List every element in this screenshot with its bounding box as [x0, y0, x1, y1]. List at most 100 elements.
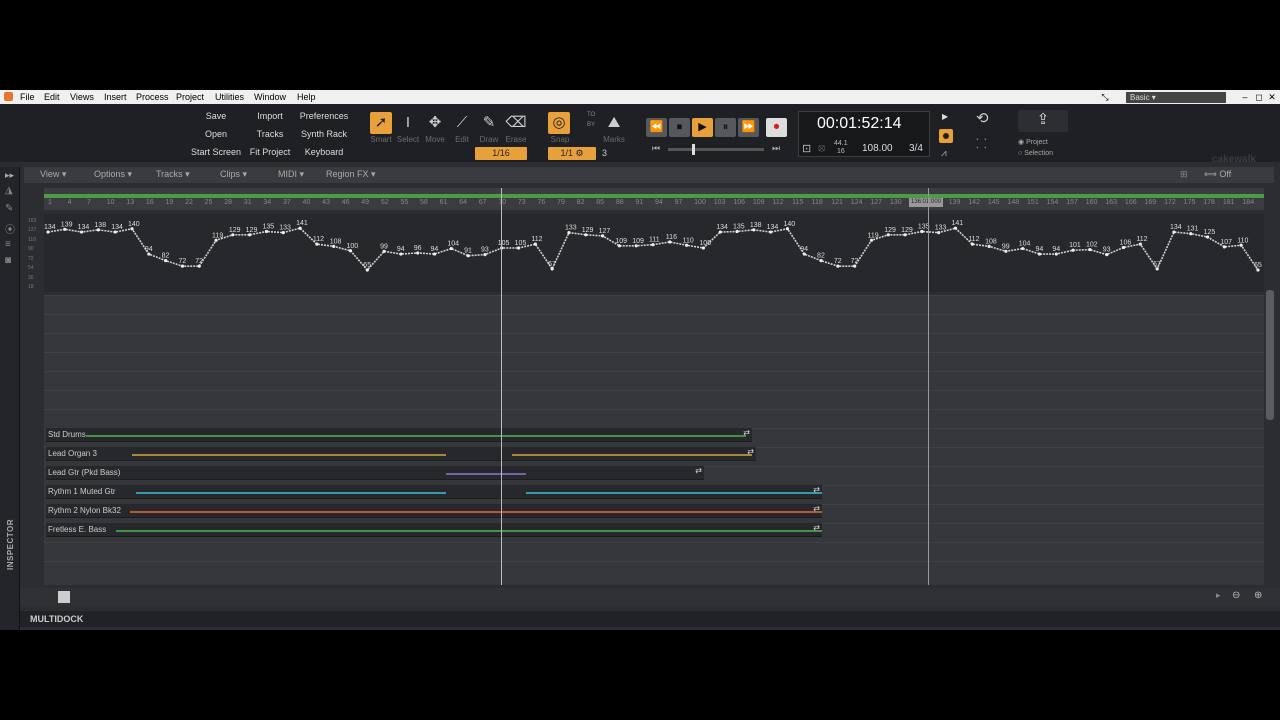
zoom-out-icon[interactable]: ⊖ — [1232, 590, 1240, 601]
fast-forward-button[interactable]: ⏩ — [738, 118, 759, 137]
tempo-node[interactable] — [718, 230, 722, 234]
tempo-node[interactable] — [348, 249, 353, 253]
tempo-node[interactable] — [63, 227, 67, 231]
tempo-node[interactable] — [466, 254, 470, 258]
pause-button[interactable]: ⏸ — [715, 118, 736, 137]
export-icon[interactable]: ⇪ — [1018, 110, 1068, 132]
tempo-node[interactable] — [399, 252, 403, 256]
minimize-button[interactable]: – — [1240, 92, 1250, 102]
rewind-button[interactable]: ⏪ — [646, 118, 667, 137]
tempo-node[interactable] — [735, 229, 739, 234]
now-time-cursor[interactable] — [501, 188, 502, 585]
tempo-node[interactable] — [903, 233, 907, 237]
tempo-node[interactable] — [584, 233, 588, 237]
track-name[interactable]: Lead Gtr (Pkd Bass) — [48, 467, 120, 478]
menu-views[interactable]: Views — [70, 92, 94, 102]
tempo-node[interactable] — [46, 230, 50, 234]
clip-loop-icon[interactable]: ⇄ — [813, 504, 820, 513]
tempo-node[interactable] — [853, 264, 857, 268]
open-button[interactable]: Open — [190, 127, 242, 142]
track-name[interactable]: Lead Organ 3 — [48, 448, 97, 459]
scroll-right-icon[interactable]: ▸ — [1216, 590, 1221, 601]
tempo-node[interactable] — [264, 229, 269, 234]
menu-region-fx[interactable]: Region FX ▾ — [326, 169, 376, 180]
draw-tool-button[interactable]: ✎ — [478, 112, 500, 134]
clip-loop-icon[interactable]: ⇄ — [695, 466, 702, 475]
import-button[interactable]: Import — [244, 109, 296, 124]
tempo-node[interactable] — [1021, 246, 1025, 251]
tempo-node[interactable] — [1054, 252, 1058, 256]
tempo-node[interactable] — [920, 229, 924, 234]
tempo-node[interactable] — [668, 240, 672, 244]
preferences-button[interactable]: Preferences — [298, 109, 350, 124]
fit-project-button[interactable]: Fit Project — [244, 145, 296, 160]
option-project-radio[interactable]: ◉ Project — [1018, 138, 1048, 146]
tempo-node[interactable] — [365, 268, 369, 272]
tempo-node[interactable] — [248, 233, 252, 237]
tempo-node[interactable] — [483, 253, 487, 257]
go-to-start-icon[interactable]: ⏮ — [652, 143, 660, 154]
tempo-node[interactable] — [634, 244, 638, 248]
tempo-node[interactable] — [1088, 248, 1092, 252]
ruler-loop-bar[interactable] — [44, 194, 1264, 198]
menu-utilities[interactable]: Utilities — [215, 92, 244, 102]
tempo-node[interactable] — [567, 231, 571, 235]
tempo-node[interactable] — [836, 264, 840, 268]
tempo-node[interactable] — [600, 234, 605, 238]
edit-tool-button[interactable]: ⟋ — [451, 112, 473, 134]
strip-meter-icon[interactable]: ◙ — [5, 255, 11, 266]
tempo-node[interactable] — [315, 242, 319, 246]
track-clip[interactable]: Fretless E. Bass ⇄ — [46, 523, 822, 537]
snap-off-toggle[interactable]: ⟺ Off — [1204, 169, 1231, 180]
snap-value-select[interactable]: 1/1 ⚙ — [548, 147, 596, 160]
tempo-node[interactable] — [298, 226, 302, 230]
tempo-node[interactable] — [651, 243, 655, 247]
clip-loop-icon[interactable]: ⇄ — [747, 447, 754, 456]
meter-value[interactable]: 3/4 — [909, 143, 923, 154]
browser-icon[interactable]: ◮ — [5, 185, 13, 196]
save-button[interactable]: Save — [190, 109, 242, 124]
tempo-node[interactable] — [769, 230, 773, 234]
tempo-node[interactable] — [281, 231, 285, 235]
option-selection-radio[interactable]: ○ Selection — [1018, 150, 1053, 157]
tempo-node[interactable] — [533, 242, 537, 246]
menu-project[interactable]: Project — [176, 92, 204, 102]
tempo-node[interactable] — [1105, 253, 1109, 257]
tempo-node[interactable] — [516, 246, 521, 250]
tempo-node[interactable] — [987, 244, 991, 248]
maximize-button[interactable]: ◻ — [1254, 92, 1264, 102]
clip-loop-icon[interactable]: ⇄ — [743, 428, 750, 437]
tempo-node[interactable] — [1121, 245, 1126, 250]
tracks-button[interactable]: Tracks — [244, 127, 296, 142]
snap-grid-icon[interactable]: ⊞ — [1180, 169, 1188, 180]
tempo-node[interactable] — [449, 246, 453, 251]
strip-list-icon[interactable]: ≡ — [5, 239, 11, 250]
menu-tracks[interactable]: Tracks ▾ — [156, 169, 190, 180]
tempo-node[interactable] — [701, 246, 706, 250]
time-readout[interactable]: 00:01:52:14 — [817, 115, 902, 133]
track-clip[interactable]: Rythm 2 Nylon Bk32 ⇄ — [46, 504, 822, 518]
tempo-node[interactable] — [1239, 243, 1243, 247]
tempo-node[interactable] — [937, 231, 941, 235]
tempo-node[interactable] — [80, 230, 84, 234]
tempo-node[interactable] — [130, 227, 134, 231]
erase-tool-button[interactable]: ⌫ — [505, 112, 527, 134]
tempo-node[interactable] — [332, 244, 336, 248]
tempo-node[interactable] — [180, 264, 185, 268]
track-name[interactable]: Std Drums — [48, 429, 86, 440]
tempo-node[interactable] — [96, 228, 101, 232]
keyboard-button[interactable]: Keyboard — [298, 145, 350, 160]
tempo-node[interactable] — [432, 252, 437, 256]
tempo-curve[interactable]: 134 139 134 138 134 140 94 82 72 72 119 129 129 135 13… — [44, 214, 1264, 292]
tempo-node[interactable] — [617, 244, 621, 248]
snap-button[interactable]: ◎ — [548, 112, 570, 134]
strip-tune-icon[interactable]: ⦿ — [5, 221, 15, 236]
tool-resolution-select[interactable]: 1/16 — [475, 147, 527, 160]
tempo-node[interactable] — [214, 238, 218, 242]
menu-insert[interactable]: Insert — [104, 92, 127, 102]
smart-tool-button[interactable]: ➚ — [370, 112, 392, 134]
tempo-node[interactable] — [147, 252, 151, 256]
tempo-track[interactable]: 134 139 134 138 134 140 94 82 72 72 119 129 129 135 13… — [44, 214, 1264, 292]
tempo-node[interactable] — [752, 228, 756, 232]
punch-icon[interactable]: ⸬ — [976, 134, 987, 152]
